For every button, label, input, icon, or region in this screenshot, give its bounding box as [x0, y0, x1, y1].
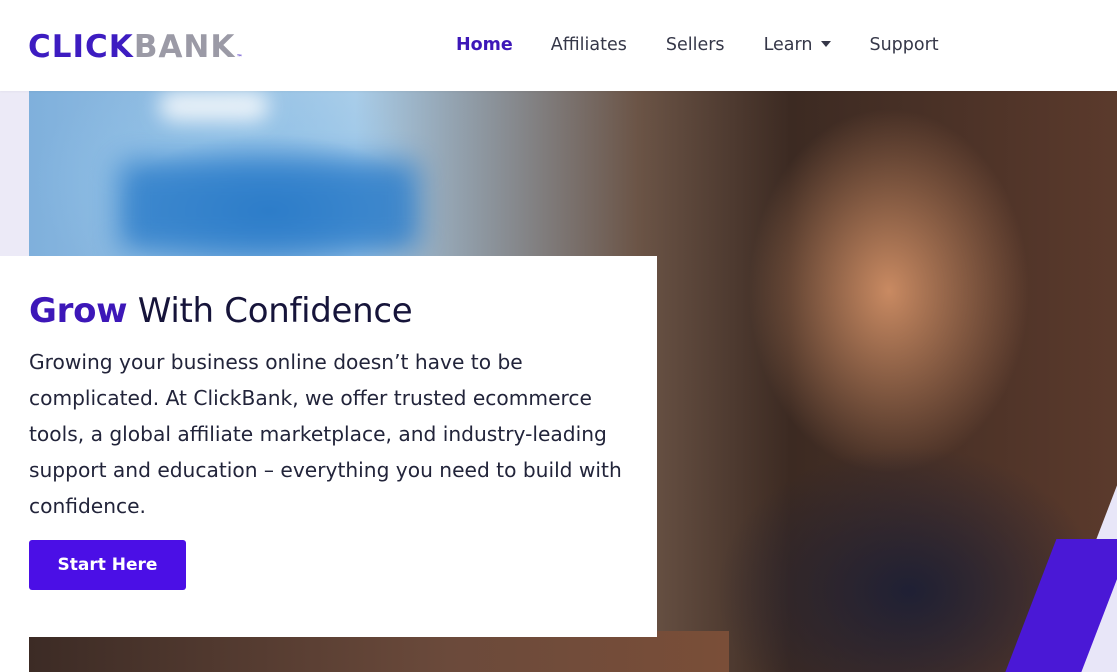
photo-highlight [159, 91, 269, 121]
logo-bank-text: BANK [133, 29, 236, 65]
hero-content-card: Grow With Confidence Growing your busine… [0, 256, 657, 637]
logo-trademark: ™ [236, 54, 243, 61]
nav-support[interactable]: Support [869, 35, 938, 55]
main-nav: Home Affiliates Sellers Learn Support [456, 32, 939, 58]
logo-click-text: CLICK [28, 29, 134, 65]
photo-blue-screen [119, 161, 419, 251]
chevron-down-icon [821, 41, 832, 47]
hero-headline: Grow With Confidence [29, 290, 413, 332]
nav-sellers[interactable]: Sellers [666, 35, 725, 55]
decorative-strip [0, 91, 29, 256]
nav-affiliates[interactable]: Affiliates [551, 35, 627, 55]
headline-rest: With Confidence [127, 291, 413, 331]
site-header: CLICK BANK ™ Home Affiliates Sellers Learn… [0, 0, 1117, 91]
hero-section: Grow With Confidence Growing your busine… [0, 91, 1117, 672]
hero-description: Growing your business online doesn’t hav… [29, 350, 622, 518]
photo-bottom [29, 631, 729, 672]
nav-learn-label: Learn [763, 35, 813, 55]
nav-home[interactable]: Home [456, 35, 513, 55]
headline-accent: Grow [29, 291, 128, 331]
clickbank-logo[interactable]: CLICK BANK ™ [28, 27, 242, 63]
start-here-button[interactable]: Start Here [29, 540, 186, 590]
nav-learn-dropdown[interactable]: Learn [764, 35, 832, 55]
